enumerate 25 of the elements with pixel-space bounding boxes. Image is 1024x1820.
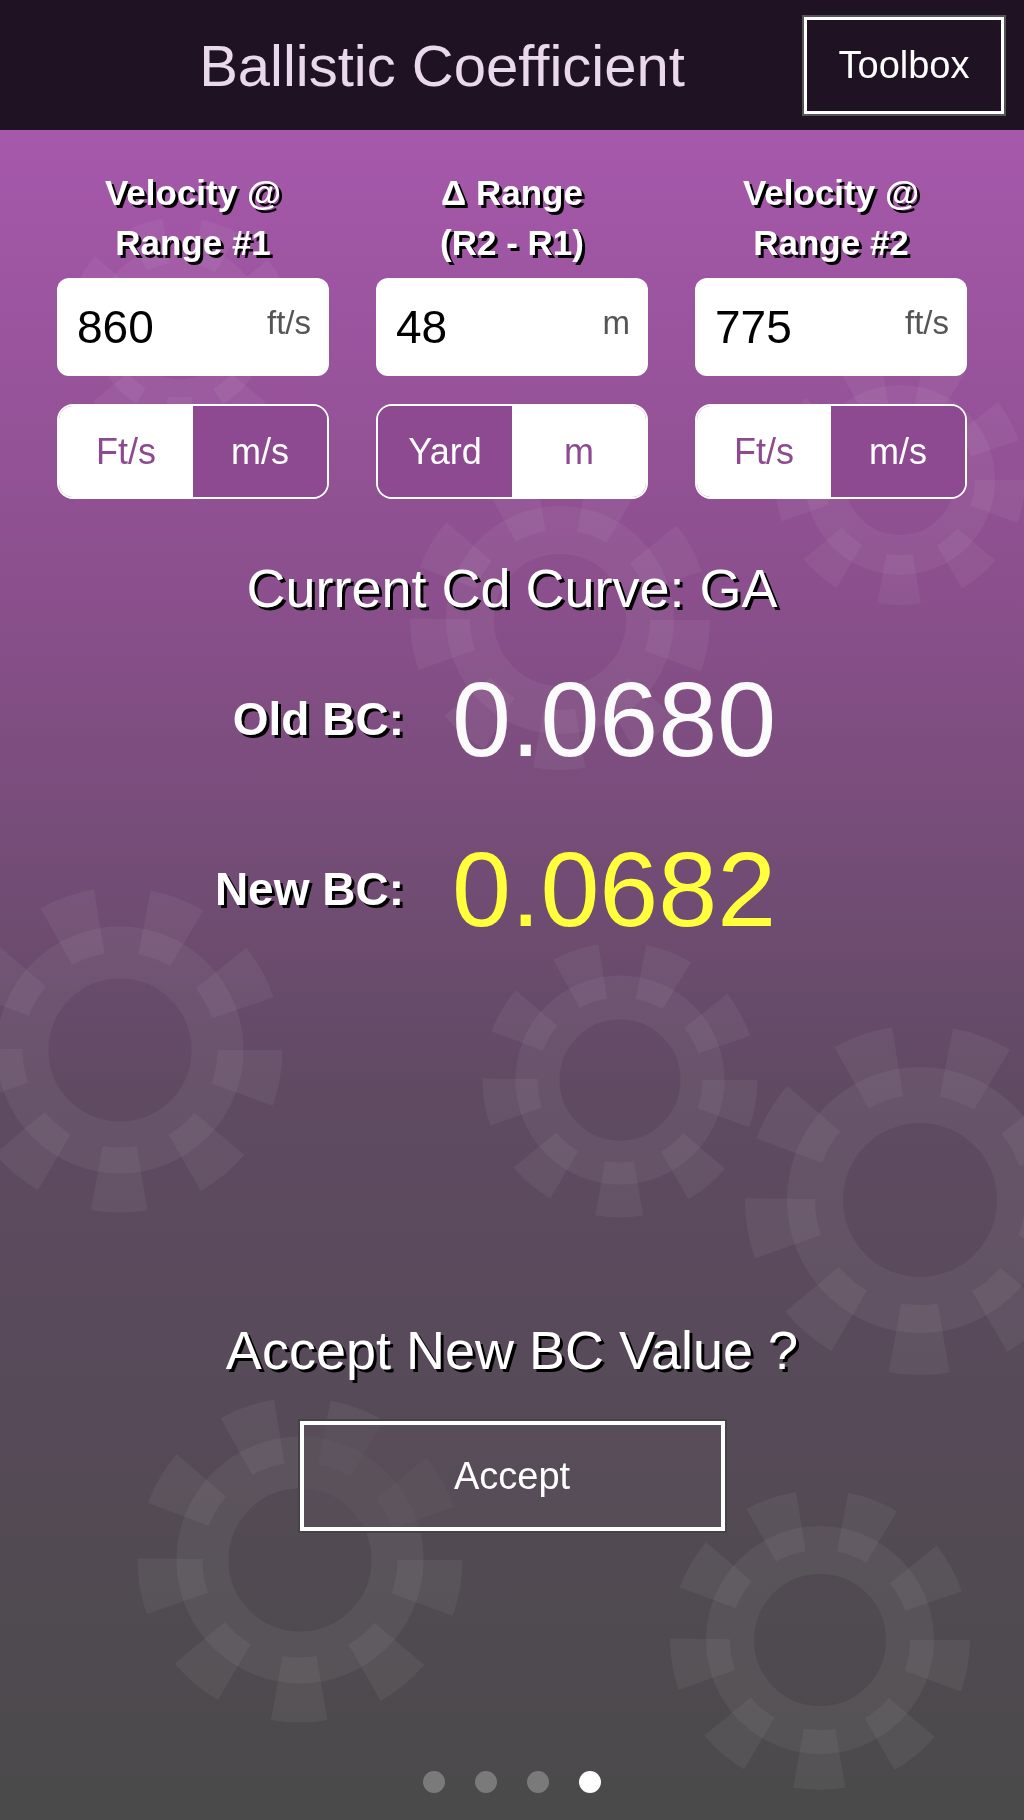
page-dot[interactable] xyxy=(527,1771,549,1793)
input-label: Velocity @ Range #1 xyxy=(103,172,283,264)
unit-label: ft/s xyxy=(905,304,949,342)
page-dot[interactable] xyxy=(475,1771,497,1793)
bc-value: 0.0682 xyxy=(452,829,777,950)
unit-option[interactable]: m/s xyxy=(831,406,965,497)
bc-label: Old BC: xyxy=(231,692,405,746)
input-label: Velocity @ Range #2 xyxy=(741,172,921,264)
accept-button[interactable]: Accept xyxy=(299,1421,725,1531)
unit-option[interactable]: Ft/s xyxy=(59,406,193,497)
unit-label: ft/s xyxy=(267,304,311,342)
toolbox-button[interactable]: Toolbox xyxy=(804,16,1004,114)
curve-label: Current Cd Curve: GA xyxy=(246,557,778,619)
unit-label: m xyxy=(602,304,630,342)
unit-option[interactable]: m xyxy=(512,406,646,497)
unit-option[interactable]: Ft/s xyxy=(697,406,831,497)
accept-prompt: Accept New BC Value ? xyxy=(225,1319,799,1381)
unit-option[interactable]: Yard xyxy=(378,406,512,497)
page-dot[interactable] xyxy=(423,1771,445,1793)
bc-value: 0.0680 xyxy=(452,659,777,780)
unit-option[interactable]: m/s xyxy=(193,406,327,497)
input-label: Δ Range (R2 - R1) xyxy=(439,172,585,264)
screen-title: Ballistic Coefficient xyxy=(198,31,686,99)
bc-label: New BC: xyxy=(213,862,405,916)
page-dot[interactable] xyxy=(579,1771,601,1793)
